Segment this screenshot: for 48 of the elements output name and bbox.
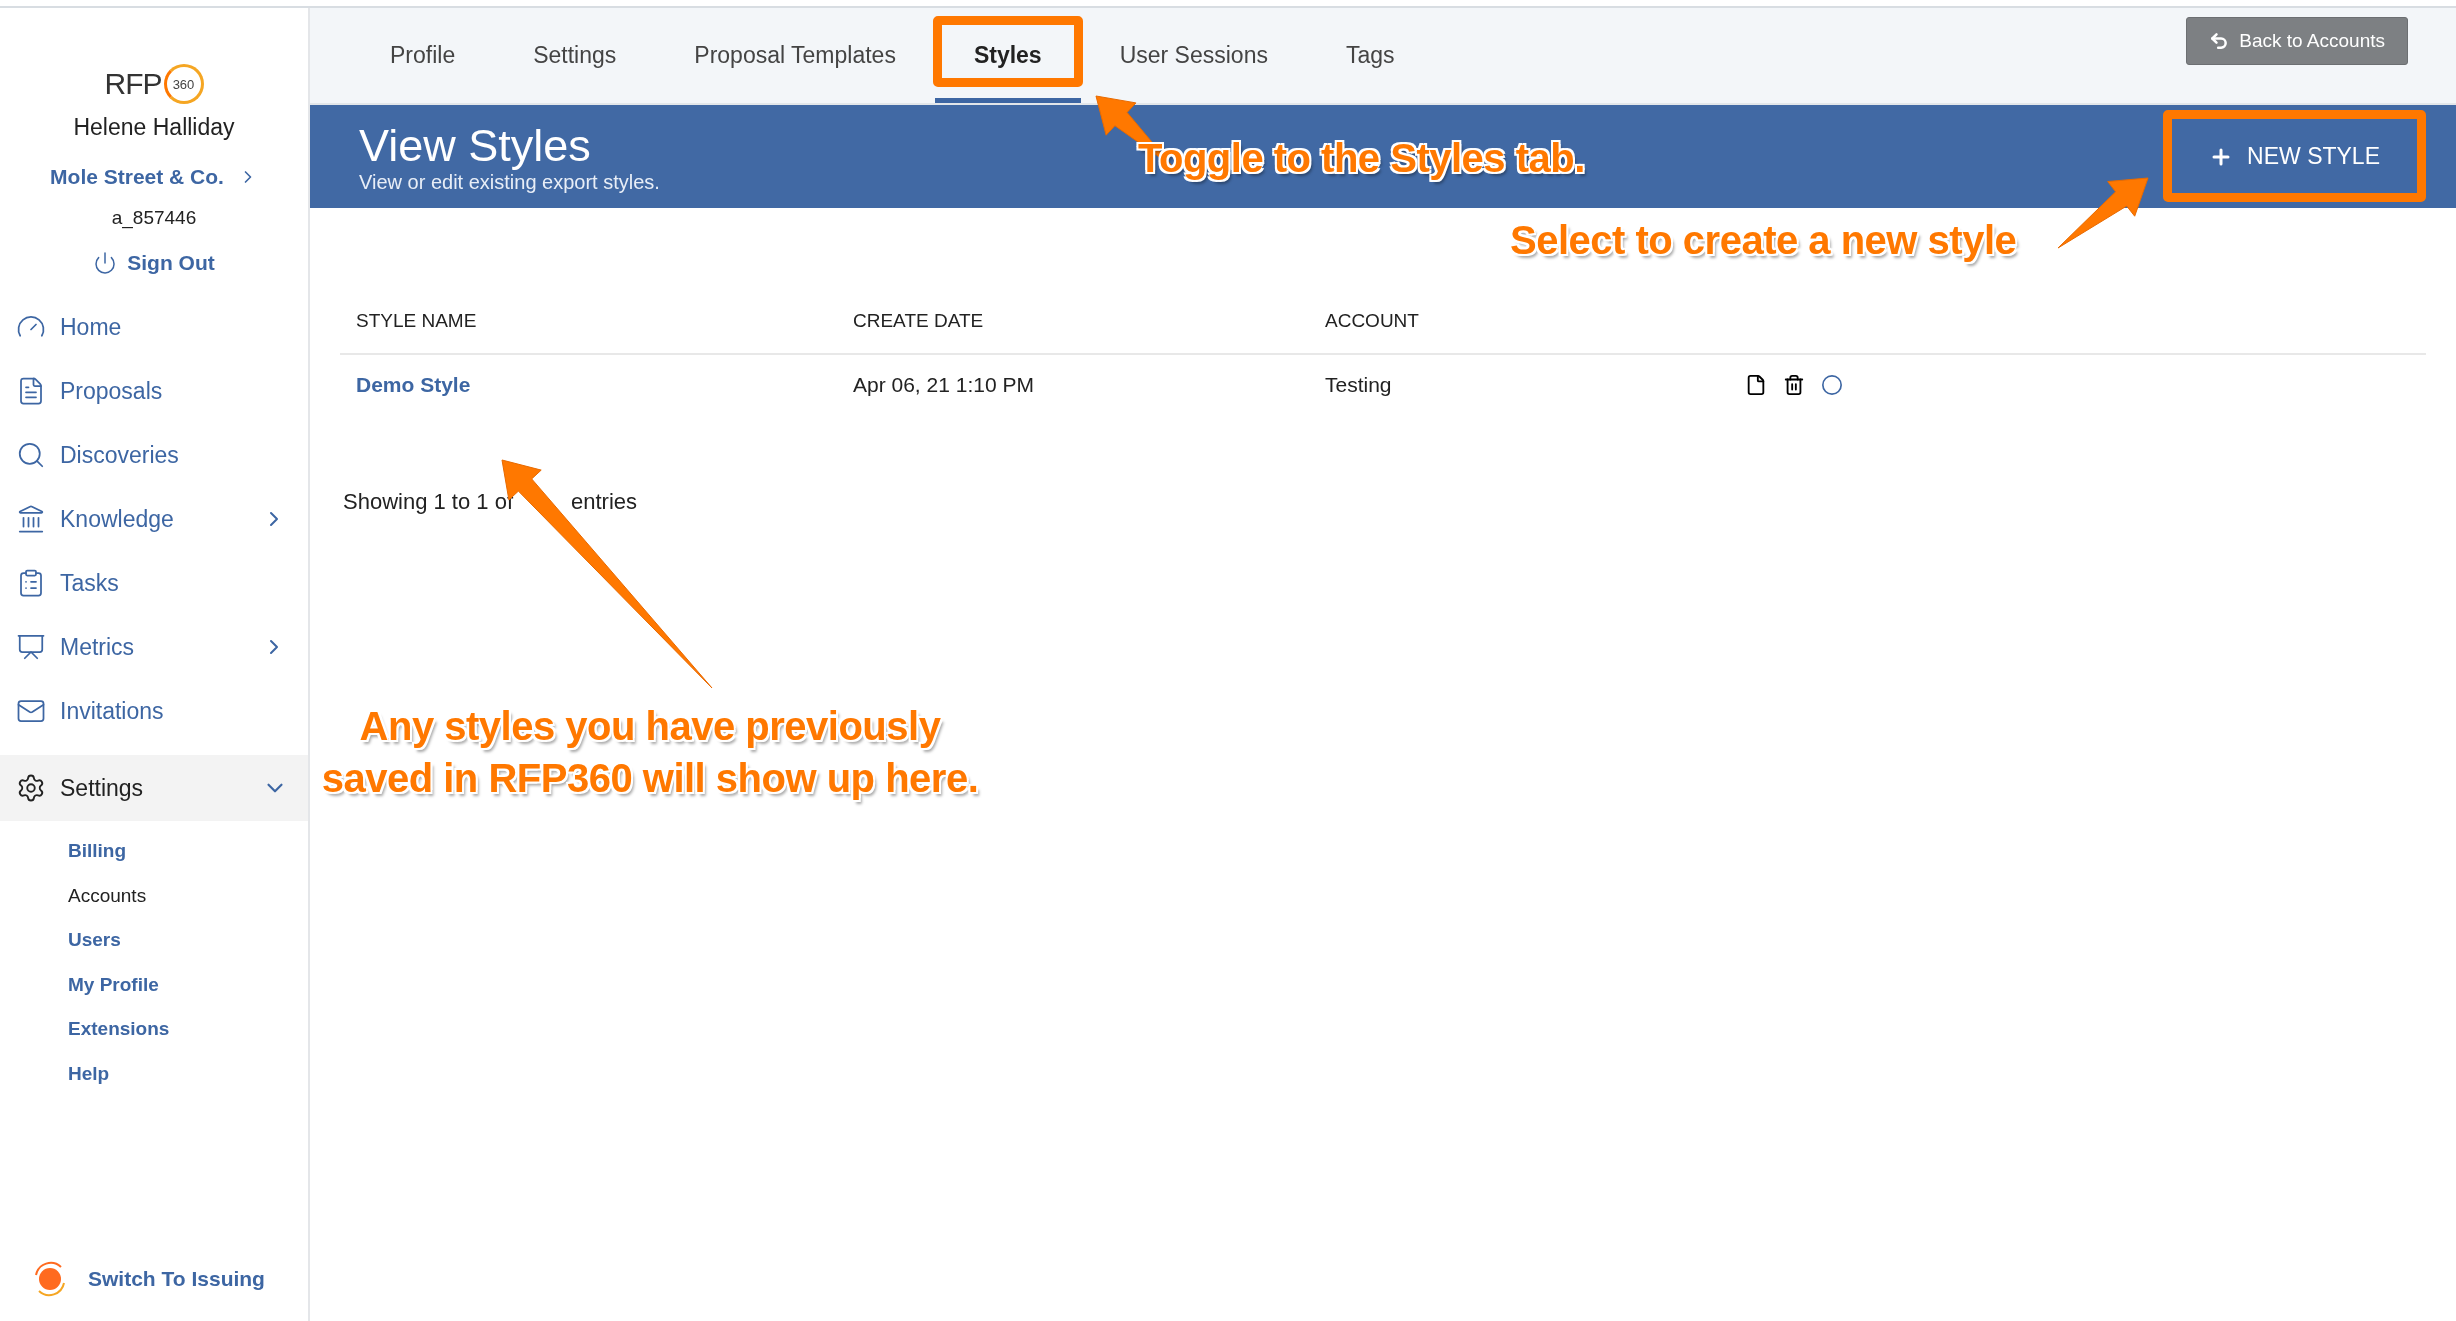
settings-nav-item[interactable]: Settings	[0, 755, 308, 821]
tab[interactable]: Settings	[494, 8, 656, 103]
submenu-item[interactable]: Accounts	[68, 873, 147, 918]
account-id: a_857446	[110, 207, 198, 229]
bank-icon	[16, 504, 46, 534]
logo-text: RFP	[104, 67, 162, 101]
nav-item[interactable]: Invitations	[0, 679, 308, 743]
table-cell-text: Apr 06, 21 1:10 PM	[853, 373, 1035, 397]
document-icon[interactable]	[1745, 374, 1767, 396]
user-name: Helene Halliday	[72, 114, 236, 141]
company-link[interactable]: Mole Street & Co.	[50, 165, 258, 189]
power-icon	[93, 251, 118, 275]
submenu-item[interactable]: Help	[68, 1051, 110, 1096]
nav-item[interactable]: Tasks	[0, 551, 308, 615]
table-cell-text: Testing	[1325, 373, 1393, 397]
page-subtitle: View or edit existing export styles.	[359, 170, 660, 193]
nav-item[interactable]: Proposals	[0, 359, 308, 423]
tab[interactable]: User Sessions	[1080, 8, 1307, 103]
nav-item[interactable]: Metrics	[0, 615, 308, 679]
tab[interactable]: Profile	[351, 8, 495, 103]
style-name-link[interactable]: Demo Style	[356, 373, 471, 396]
submenu-item[interactable]: Users	[68, 918, 121, 963]
back-button[interactable]: Back to Accounts	[2186, 16, 2408, 65]
tab[interactable]: Proposal Templates	[655, 8, 935, 103]
nav-item[interactable]: Discoveries	[0, 423, 308, 487]
settings-icon	[16, 773, 46, 803]
sign-out-button[interactable]: Sign Out	[93, 251, 215, 275]
annotation-text: Select to create a new style	[1510, 218, 2017, 263]
annotation-text: Toggle to the Styles tab.	[1138, 136, 1585, 181]
nav-item[interactable]: Knowledge	[0, 487, 308, 551]
annotation-text: Any styles you have previously saved in RFP360 will show up here.	[320, 703, 980, 802]
submenu-item[interactable]: My Profile	[68, 962, 159, 1007]
chart-icon	[16, 632, 46, 662]
search-icon	[16, 440, 46, 470]
logo-badge: 360	[163, 64, 204, 104]
column-header: ACCOUNT	[1325, 309, 1420, 332]
tab[interactable]: Tags	[1306, 8, 1434, 103]
column-header: CREATE DATE	[853, 309, 985, 332]
back-arrow-icon	[2209, 30, 2230, 51]
column-header: STYLE NAME	[356, 309, 478, 332]
delete-icon[interactable]	[1783, 374, 1805, 396]
submenu-item[interactable]: Extensions	[68, 1007, 170, 1052]
circle-icon[interactable]	[1821, 374, 1843, 396]
submenu-item[interactable]: Billing	[68, 829, 127, 874]
switch-button[interactable]: Switch To Issuing	[0, 1259, 308, 1321]
entries-text: entries	[571, 489, 638, 515]
page-title: View Styles	[359, 120, 591, 171]
nav-item[interactable]: Home	[0, 295, 308, 359]
